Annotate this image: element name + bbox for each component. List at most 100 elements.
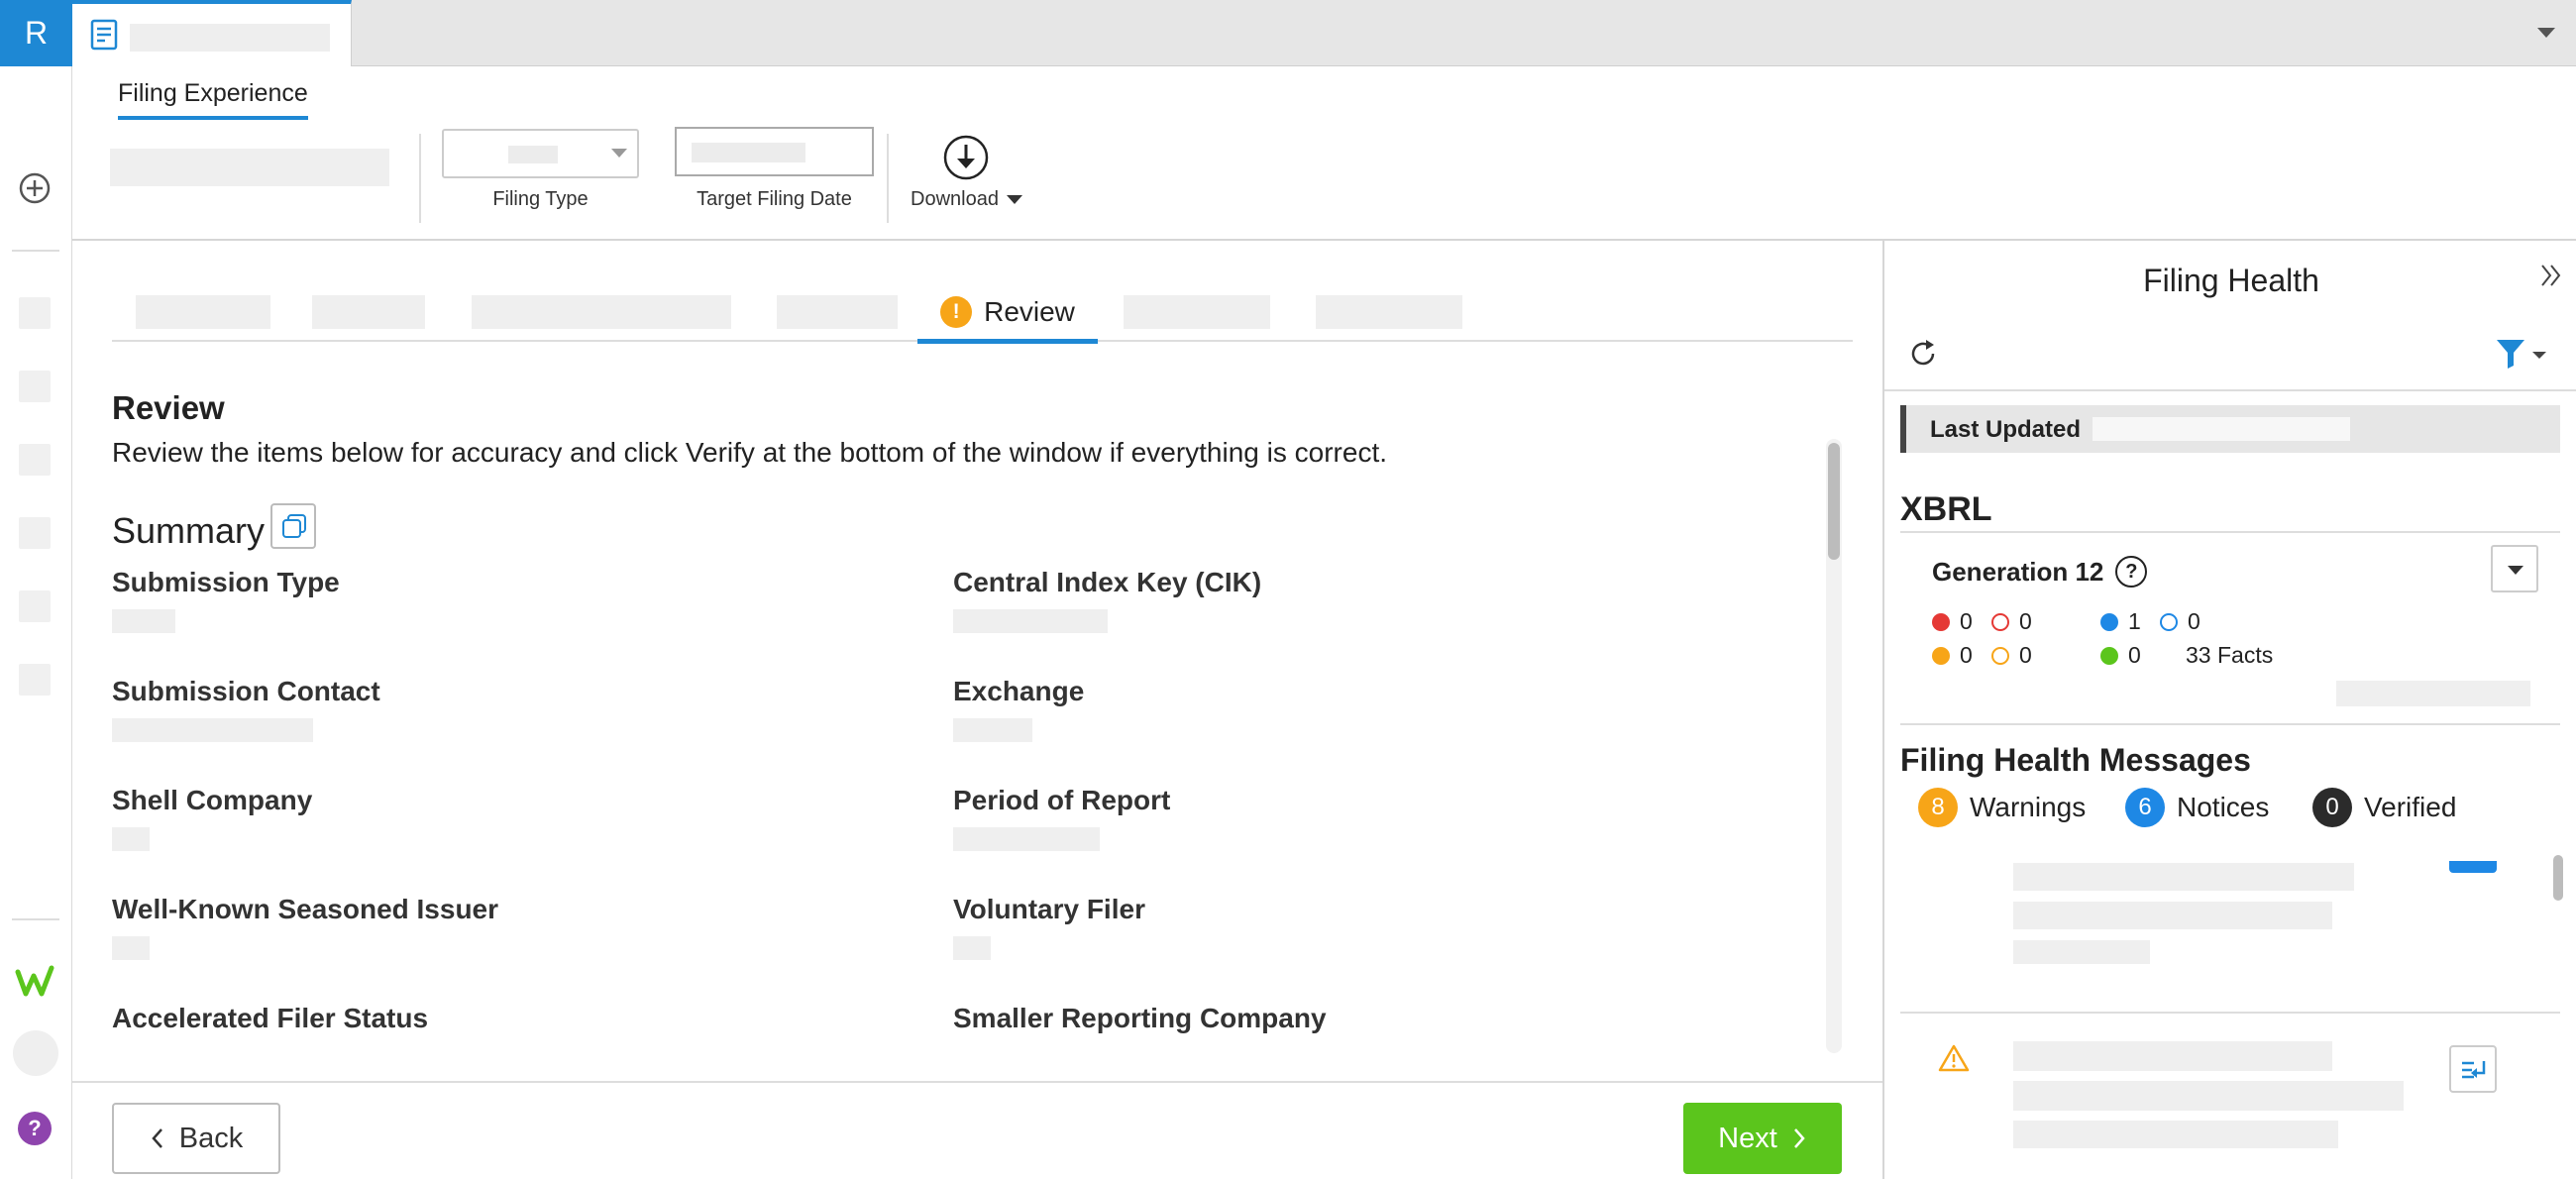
go-to-source-icon bbox=[2462, 1061, 2486, 1079]
page-title: Review bbox=[112, 389, 225, 426]
add-circle-icon[interactable] bbox=[17, 170, 53, 206]
exchange-label: Exchange bbox=[953, 676, 1085, 706]
rail-item[interactable] bbox=[19, 664, 51, 696]
error-count[interactable]: 0 bbox=[1932, 608, 1973, 635]
panel-divider bbox=[1884, 389, 2576, 391]
submission-contact-label: Submission Contact bbox=[112, 676, 380, 706]
rail-item[interactable] bbox=[19, 517, 51, 549]
back-label: Back bbox=[178, 1122, 244, 1154]
avatar[interactable] bbox=[13, 1030, 58, 1076]
next-label: Next bbox=[1718, 1122, 1777, 1154]
download-icon[interactable] bbox=[942, 134, 990, 181]
message-text bbox=[2013, 940, 2150, 964]
rail-item[interactable] bbox=[19, 444, 51, 476]
main-panel: ! Review Review Review the items below f… bbox=[72, 241, 1882, 1179]
document-tab[interactable] bbox=[72, 0, 352, 67]
notices-label: Notices bbox=[2177, 792, 2270, 822]
message-text bbox=[2013, 1081, 2404, 1111]
verified-filter[interactable]: 0 Verified bbox=[2312, 788, 2456, 827]
collapse-panel-icon[interactable] bbox=[2538, 263, 2564, 288]
rail-item[interactable] bbox=[19, 590, 51, 622]
info-dot-icon bbox=[2100, 612, 2118, 631]
step-tab[interactable] bbox=[136, 295, 270, 329]
target-filing-date-label: Target Filing Date bbox=[697, 188, 852, 210]
workiva-w-icon[interactable] bbox=[15, 964, 54, 1000]
filing-name-field bbox=[110, 149, 389, 186]
warning-outline-icon bbox=[1991, 646, 2009, 665]
go-to-source-button[interactable] bbox=[2449, 1045, 2497, 1093]
submission-contact-value bbox=[112, 718, 313, 742]
accelerated-filer-status-label: Accelerated Filer Status bbox=[112, 1003, 429, 1033]
message-action-button[interactable] bbox=[2449, 861, 2497, 873]
chevron-down-icon[interactable] bbox=[2534, 22, 2558, 42]
info-outline-count[interactable]: 0 bbox=[2160, 608, 2200, 635]
step-tabs: ! Review bbox=[112, 280, 1853, 344]
filter-icon[interactable] bbox=[2495, 338, 2550, 370]
info-count[interactable]: 1 bbox=[2100, 608, 2141, 635]
facts-count: 33 Facts bbox=[2186, 642, 2274, 668]
message-text bbox=[2013, 863, 2354, 891]
next-button[interactable]: Next bbox=[1683, 1103, 1842, 1174]
warning-count[interactable]: 0 bbox=[1932, 642, 1973, 669]
footer: Back Next bbox=[72, 1081, 1882, 1179]
generation-dropdown[interactable] bbox=[2491, 545, 2538, 592]
copy-button[interactable] bbox=[270, 503, 316, 549]
tab-review-label: Review bbox=[984, 295, 1075, 327]
chevron-down-icon bbox=[1006, 195, 1022, 205]
tab-review[interactable]: ! Review bbox=[917, 284, 1098, 344]
help-icon[interactable]: ? bbox=[18, 1112, 52, 1145]
document-icon bbox=[90, 19, 118, 51]
voluntary-filer-value bbox=[953, 936, 991, 960]
notices-filter[interactable]: 6 Notices bbox=[2125, 788, 2269, 827]
messages-scrollbar[interactable] bbox=[2553, 855, 2563, 901]
error-outline-count[interactable]: 0 bbox=[1991, 608, 2032, 635]
warning-outline-count[interactable]: 0 bbox=[1991, 642, 2032, 669]
back-button[interactable]: Back bbox=[112, 1103, 280, 1174]
scrollbar-thumb[interactable] bbox=[1828, 443, 1840, 560]
wksi-value bbox=[112, 936, 150, 960]
chevron-down-icon bbox=[611, 149, 627, 158]
app-logo[interactable]: R bbox=[0, 0, 72, 66]
left-rail: R ? bbox=[0, 0, 72, 1179]
tab-filing-experience[interactable]: Filing Experience bbox=[118, 79, 308, 120]
document-tab-title bbox=[130, 24, 330, 52]
step-tab[interactable] bbox=[1124, 295, 1270, 329]
submission-type-label: Submission Type bbox=[112, 567, 340, 597]
rail-item[interactable] bbox=[19, 297, 51, 329]
toolbar-divider bbox=[419, 134, 421, 223]
rail-divider bbox=[12, 250, 59, 252]
message-text bbox=[2013, 1041, 2332, 1071]
warnings-filter[interactable]: 8 Warnings bbox=[1918, 788, 2086, 827]
notices-badge: 6 bbox=[2125, 788, 2165, 827]
generation-row: Generation 12 ? bbox=[1932, 556, 2148, 588]
step-tab[interactable] bbox=[472, 295, 731, 329]
toolbar-divider bbox=[887, 134, 889, 223]
refresh-icon[interactable] bbox=[1906, 337, 1940, 371]
message-text bbox=[2013, 902, 2332, 929]
success-count[interactable]: 0 bbox=[2100, 642, 2141, 669]
filing-type-label: Filing Type bbox=[492, 188, 589, 210]
filing-type-value bbox=[508, 146, 558, 163]
submission-type-value bbox=[112, 609, 175, 633]
cik-value bbox=[953, 609, 1108, 633]
download-button[interactable]: Download bbox=[911, 188, 1022, 211]
rail-item[interactable] bbox=[19, 371, 51, 402]
content-scrollbar[interactable] bbox=[1826, 439, 1842, 1053]
section-divider bbox=[1900, 723, 2560, 725]
target-filing-date-value bbox=[692, 143, 805, 162]
filing-type-select[interactable] bbox=[442, 129, 639, 178]
last-updated-value bbox=[2093, 417, 2350, 441]
target-filing-date-field[interactable] bbox=[675, 127, 874, 176]
warning-triangle-icon bbox=[1938, 1044, 1970, 1072]
step-tab[interactable] bbox=[777, 295, 898, 329]
cik-label: Central Index Key (CIK) bbox=[953, 567, 1262, 597]
warning-icon: ! bbox=[940, 295, 973, 328]
summary-title: Summary bbox=[112, 510, 266, 551]
step-tab[interactable] bbox=[312, 295, 425, 329]
period-of-report-value bbox=[953, 827, 1100, 851]
help-icon[interactable]: ? bbox=[2115, 556, 2148, 588]
message-divider bbox=[1900, 1012, 2560, 1014]
exchange-value bbox=[953, 718, 1032, 742]
step-tab[interactable] bbox=[1316, 295, 1462, 329]
shell-company-label: Shell Company bbox=[112, 785, 313, 815]
